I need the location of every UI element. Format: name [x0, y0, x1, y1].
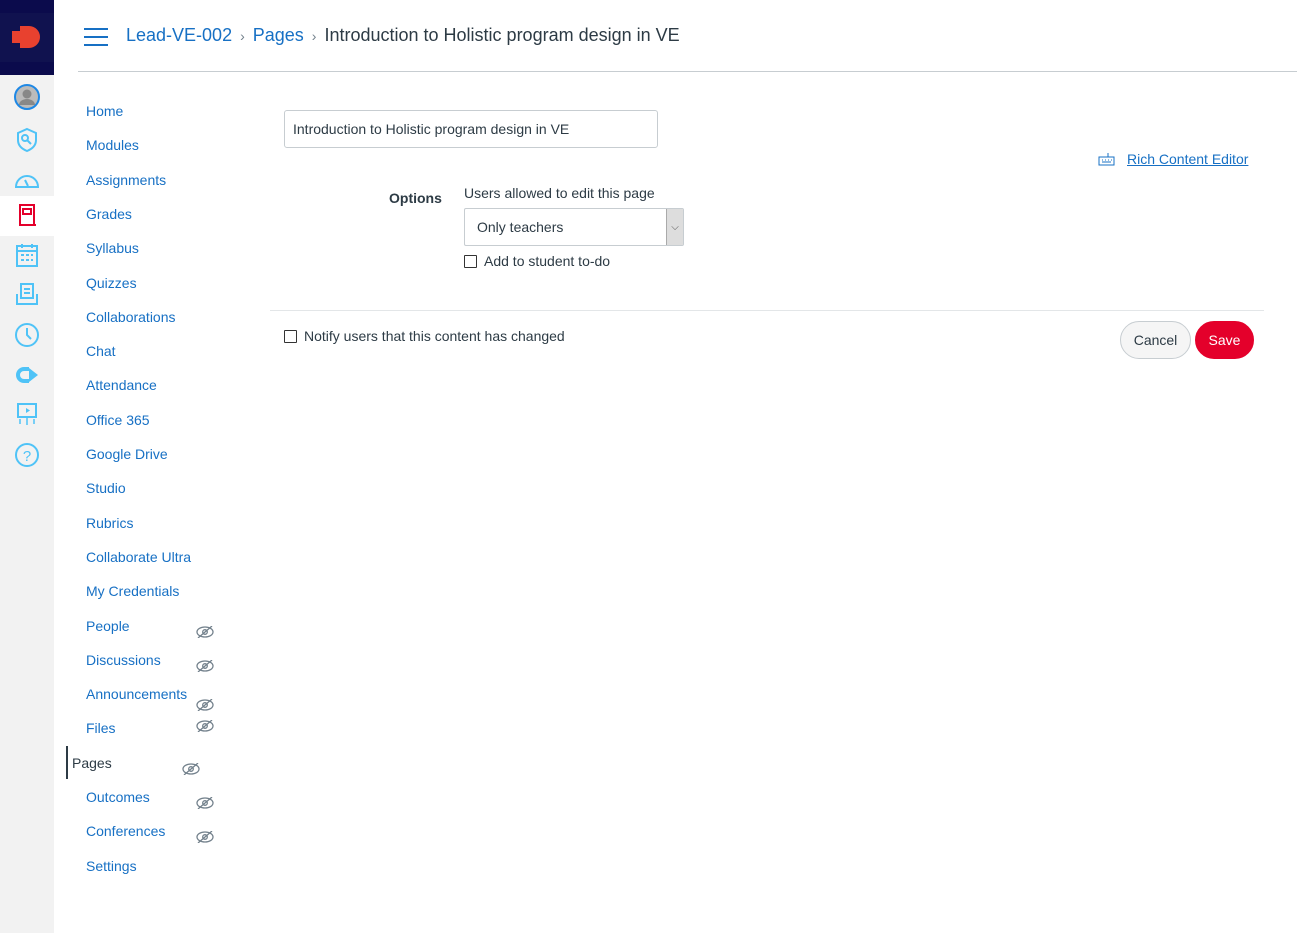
hamburger-menu-button[interactable]	[84, 28, 108, 46]
commons-icon	[16, 367, 38, 383]
nav-item-settings[interactable]: Settings	[86, 858, 137, 874]
nav-item-conferences[interactable]: Conferences	[86, 823, 165, 839]
hidden-eye-icon	[196, 625, 214, 638]
current-nav-indicator	[66, 746, 68, 779]
hidden-eye-icon	[196, 698, 214, 712]
breadcrumb-current: Introduction to Holistic program design …	[324, 25, 680, 45]
rail-item-admin[interactable]	[0, 120, 54, 160]
nav-item-chat[interactable]: Chat	[86, 343, 116, 359]
nav-item-announcements[interactable]: Announcements	[86, 686, 187, 702]
rail-item-inbox[interactable]	[0, 275, 54, 315]
nav-item-collaborate-ultra[interactable]: Collaborate Ultra	[86, 549, 191, 565]
breadcrumb: Lead-VE-002 › Pages › Introduction to Ho…	[126, 25, 680, 46]
inbox-icon	[16, 283, 38, 305]
nav-item-office-365[interactable]: Office 365	[86, 412, 150, 428]
keyboard-icon	[1098, 153, 1115, 166]
notify-checkbox[interactable]	[284, 329, 297, 343]
save-button[interactable]: Save	[1195, 321, 1254, 359]
rich-content-editor-link[interactable]: Rich Content Editor	[1127, 151, 1248, 167]
notify-row: Notify users that this content has chang…	[284, 328, 565, 344]
todo-row: Add to student to-do	[464, 253, 610, 269]
svg-text:?: ?	[23, 448, 31, 465]
nav-item-studio[interactable]: Studio	[86, 480, 126, 496]
calendar-icon	[16, 244, 38, 267]
breadcrumb-pages[interactable]: Pages	[253, 25, 304, 46]
chevron-right-icon: ›	[311, 27, 317, 44]
rail-item-commons[interactable]	[0, 355, 54, 395]
page-title-input[interactable]	[284, 110, 658, 148]
todo-label: Add to student to-do	[484, 253, 611, 269]
hidden-eye-icon	[196, 659, 214, 673]
hidden-eye-icon	[196, 796, 214, 810]
nav-item-quizzes[interactable]: Quizzes	[86, 275, 137, 291]
rail-item-calendar[interactable]	[0, 235, 54, 275]
todo-checkbox[interactable]	[464, 254, 477, 268]
breadcrumb-course[interactable]: Lead-VE-002	[126, 25, 232, 46]
nav-item-attendance[interactable]: Attendance	[86, 377, 157, 393]
chevron-right-icon: ›	[240, 27, 245, 44]
edit-permission-select[interactable]: Only teachers ⌵	[464, 208, 684, 246]
nav-item-home[interactable]: Home	[86, 103, 123, 119]
notify-label: Notify users that this content has chang…	[304, 328, 565, 344]
nav-item-modules[interactable]: Modules	[86, 137, 139, 153]
rce-toggle[interactable]: Rich Content Editor	[1098, 151, 1248, 167]
chevron-down-icon: ⌵	[666, 209, 683, 245]
rail-item-courses[interactable]	[0, 196, 54, 236]
rail-item-dashboard[interactable]	[0, 160, 54, 200]
account-icon	[14, 84, 40, 110]
options-label: Options	[389, 190, 442, 206]
nav-item-discussions[interactable]: Discussions	[86, 652, 161, 668]
rail-item-history[interactable]	[0, 315, 54, 355]
nav-item-outcomes[interactable]: Outcomes	[86, 789, 150, 805]
edit-permission-label: Users allowed to edit this page	[464, 185, 655, 201]
logo[interactable]	[0, 0, 54, 75]
rail-item-help[interactable]: ?	[0, 435, 54, 475]
nav-item-google-drive[interactable]: Google Drive	[86, 446, 168, 462]
form-divider	[270, 310, 1264, 311]
admin-icon	[17, 127, 37, 153]
rail-item-account[interactable]	[0, 77, 54, 117]
nav-item-rubrics[interactable]: Rubrics	[86, 515, 133, 531]
edit-permission-value: Only teachers	[477, 219, 564, 235]
history-icon	[15, 323, 39, 347]
nav-item-grades[interactable]: Grades	[86, 206, 132, 222]
cancel-button[interactable]: Cancel	[1120, 321, 1191, 359]
hidden-eye-icon	[196, 830, 214, 844]
help-icon: ?	[15, 443, 39, 467]
nav-item-my-credentials[interactable]: My Credentials	[86, 583, 179, 599]
nav-item-files[interactable]: Files	[86, 720, 116, 736]
courses-icon	[19, 204, 36, 226]
header-divider	[78, 71, 1297, 72]
rail-item-studio[interactable]	[0, 395, 54, 435]
hidden-eye-icon	[182, 762, 200, 776]
nav-item-pages[interactable]: Pages	[72, 755, 112, 771]
nav-item-people[interactable]: People	[86, 618, 130, 634]
hidden-eye-icon	[196, 719, 214, 733]
nav-item-syllabus[interactable]: Syllabus	[86, 240, 139, 256]
nav-item-collaborations[interactable]: Collaborations	[86, 309, 176, 325]
studio-icon	[17, 403, 37, 425]
dashboard-icon	[14, 175, 40, 188]
nav-item-assignments[interactable]: Assignments	[86, 172, 166, 188]
